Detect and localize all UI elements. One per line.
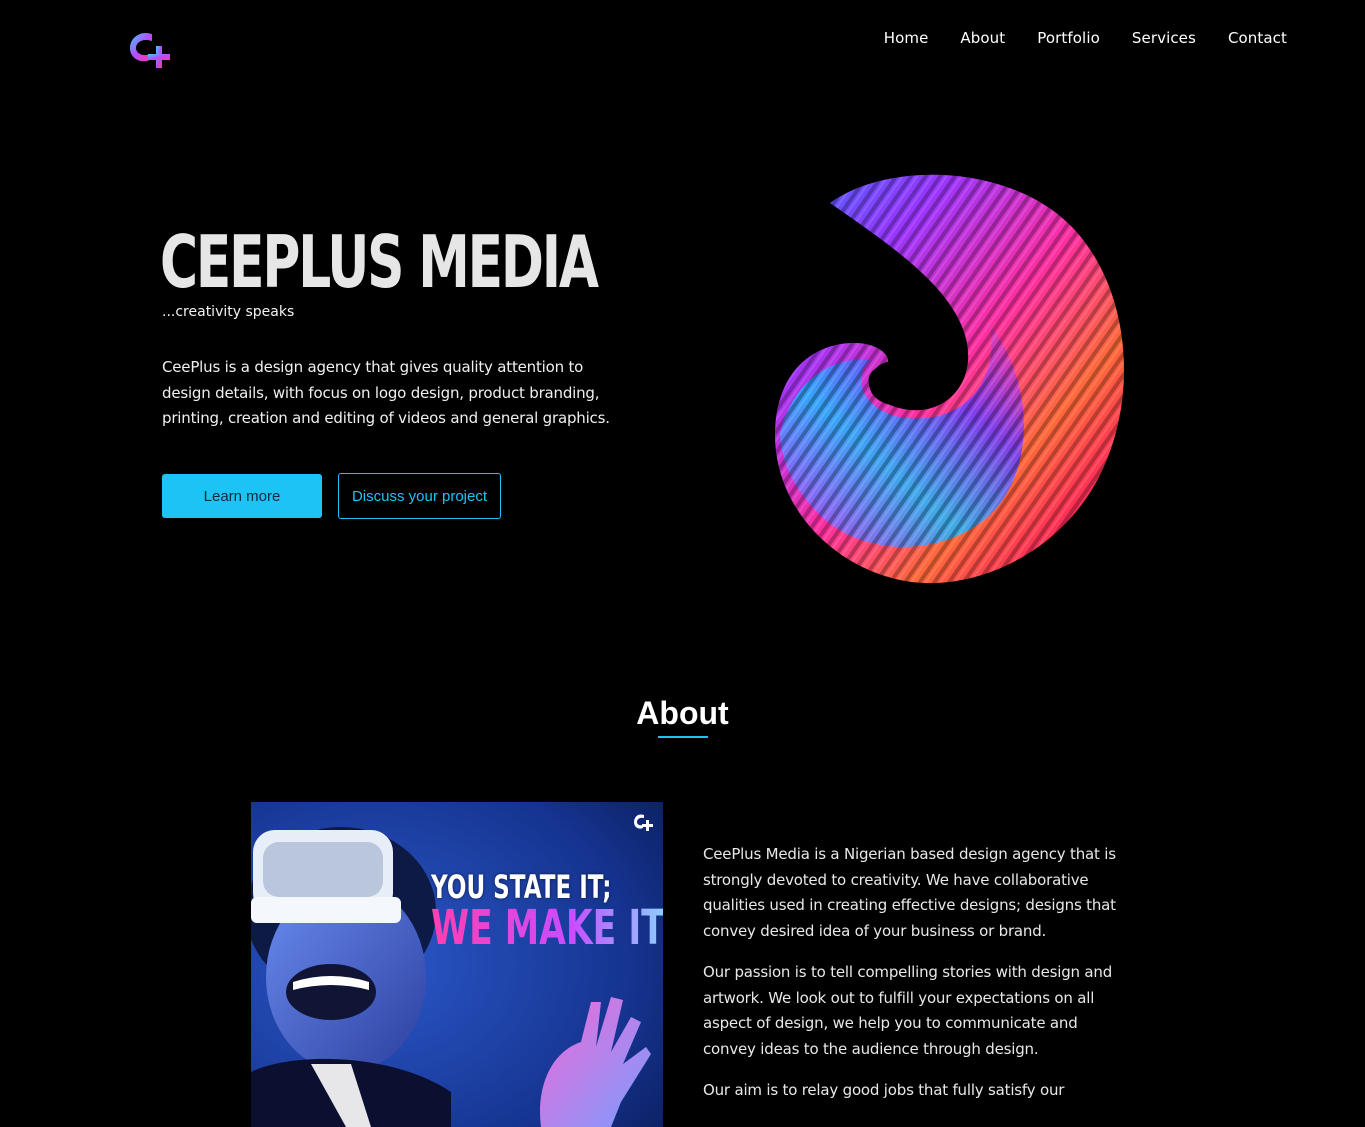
about-heading: About <box>636 695 729 731</box>
hero-tagline: ...creativity speaks <box>162 304 295 320</box>
about-paragraph: CeePlus Media is a Nigerian based design… <box>703 845 1116 940</box>
about-paragraph: Our passion is to tell compelling storie… <box>703 963 1113 1058</box>
page: Home About Portfolio Services Contact CE… <box>0 0 1365 1127</box>
image-headline-line2: WE MAKE IT <box>431 900 663 956</box>
abstract-swirl-art-icon <box>770 165 1140 595</box>
hero-title: CEEPLUS MEDIA <box>160 220 599 304</box>
nav-services[interactable]: Services <box>1132 29 1196 47</box>
vr-headset-person-icon <box>251 802 663 1127</box>
learn-more-button[interactable]: Learn more <box>162 474 322 518</box>
nav-portfolio[interactable]: Portfolio <box>1037 29 1100 47</box>
discuss-project-button[interactable]: Discuss your project <box>338 473 501 519</box>
brand-logo-icon[interactable] <box>126 28 180 72</box>
about-heading-underline <box>658 736 708 738</box>
nav-contact[interactable]: Contact <box>1228 29 1287 47</box>
about-text: CeePlus Media is a Nigerian based design… <box>703 842 1123 1120</box>
about-promo-image: YOU STATE IT; WE MAKE IT <box>251 802 663 1127</box>
hero-description: CeePlus is a design agency that gives qu… <box>162 358 610 427</box>
image-brand-logo-icon <box>633 812 655 832</box>
main-nav: Home About Portfolio Services Contact <box>884 29 1287 47</box>
about-paragraph: Our aim is to relay good jobs that fully… <box>703 1081 1065 1099</box>
nav-about[interactable]: About <box>960 29 1005 47</box>
nav-home[interactable]: Home <box>884 29 929 47</box>
